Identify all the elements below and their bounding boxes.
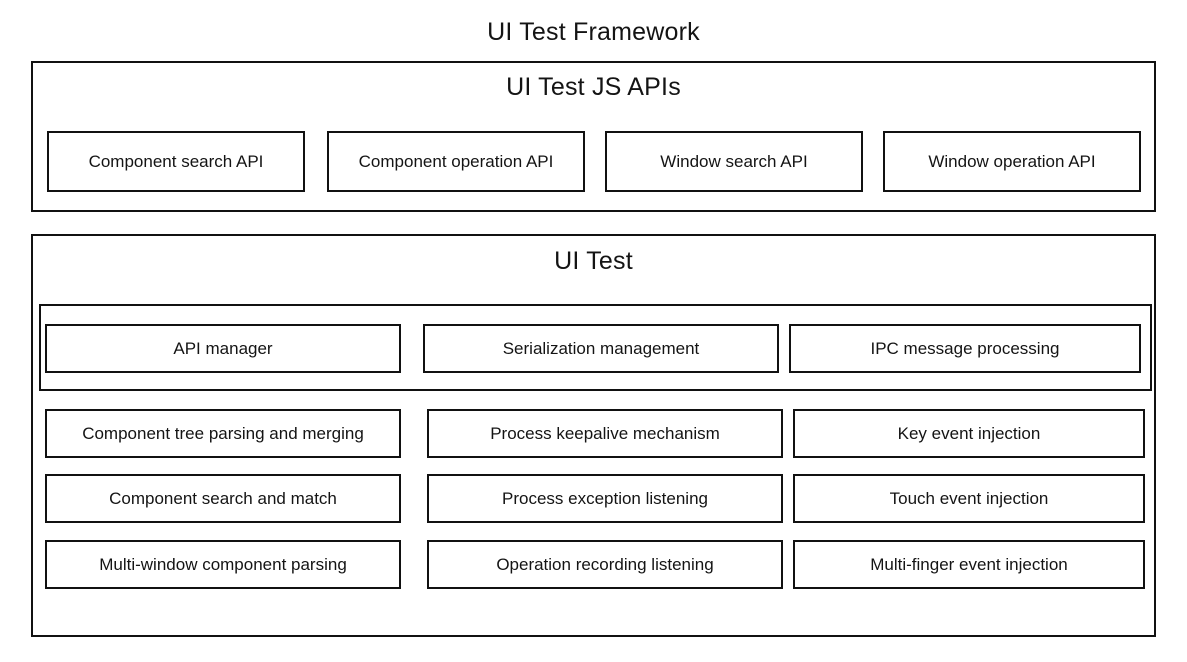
api-box-component-search[interactable]: Component search API xyxy=(47,131,305,192)
api-box-label: Window operation API xyxy=(928,152,1096,171)
feature-box-key-event-injection[interactable]: Key event injection xyxy=(793,409,1145,458)
feature-box-label: Component tree parsing and merging xyxy=(82,424,364,443)
feature-box-touch-event-injection[interactable]: Touch event injection xyxy=(793,474,1145,523)
api-box-window-search[interactable]: Window search API xyxy=(605,131,863,192)
core-box-label: API manager xyxy=(173,339,273,358)
core-box-api-manager[interactable]: API manager xyxy=(45,324,401,373)
section-title-ui-test-js-apis: UI Test JS APIs xyxy=(506,73,681,101)
section-title-ui-test: UI Test xyxy=(554,247,633,275)
section-ui-test-js-apis: UI Test JS APIs Component search API Com… xyxy=(31,61,1156,212)
diagram-canvas: UI Test Framework UI Test JS APIs Compon… xyxy=(0,0,1187,662)
feature-box-operation-recording-listening[interactable]: Operation recording listening xyxy=(427,540,783,589)
feature-box-process-exception-listening[interactable]: Process exception listening xyxy=(427,474,783,523)
feature-box-multi-window-component-parsing[interactable]: Multi-window component parsing xyxy=(45,540,401,589)
api-box-label: Component operation API xyxy=(358,152,554,171)
feature-box-label: Key event injection xyxy=(897,424,1041,443)
api-box-label: Component search API xyxy=(88,152,264,171)
core-box-serialization-management[interactable]: Serialization management xyxy=(423,324,779,373)
page-title: UI Test Framework xyxy=(487,18,700,46)
feature-box-label: Component search and match xyxy=(109,489,337,508)
feature-box-multi-finger-event-injection[interactable]: Multi-finger event injection xyxy=(793,540,1145,589)
group-ui-test-core: API manager Serialization management IPC… xyxy=(39,304,1152,391)
core-box-label: Serialization management xyxy=(502,339,700,358)
api-box-label: Window search API xyxy=(660,152,808,171)
feature-box-label: Process keepalive mechanism xyxy=(490,424,720,443)
feature-box-label: Multi-finger event injection xyxy=(870,555,1068,574)
core-box-ipc-message-processing[interactable]: IPC message processing xyxy=(789,324,1141,373)
feature-box-process-keepalive-mechanism[interactable]: Process keepalive mechanism xyxy=(427,409,783,458)
core-box-label: IPC message processing xyxy=(870,339,1060,358)
section-ui-test: UI Test API manager Serialization manage… xyxy=(31,234,1156,637)
feature-box-label: Touch event injection xyxy=(889,489,1049,508)
feature-box-label: Process exception listening xyxy=(501,489,708,508)
feature-box-label: Multi-window component parsing xyxy=(99,555,347,574)
feature-box-component-search-and-match[interactable]: Component search and match xyxy=(45,474,401,523)
feature-box-component-tree-parsing-and-merging[interactable]: Component tree parsing and merging xyxy=(45,409,401,458)
api-box-window-operation[interactable]: Window operation API xyxy=(883,131,1141,192)
feature-box-label: Operation recording listening xyxy=(496,555,714,574)
api-box-component-operation[interactable]: Component operation API xyxy=(327,131,585,192)
